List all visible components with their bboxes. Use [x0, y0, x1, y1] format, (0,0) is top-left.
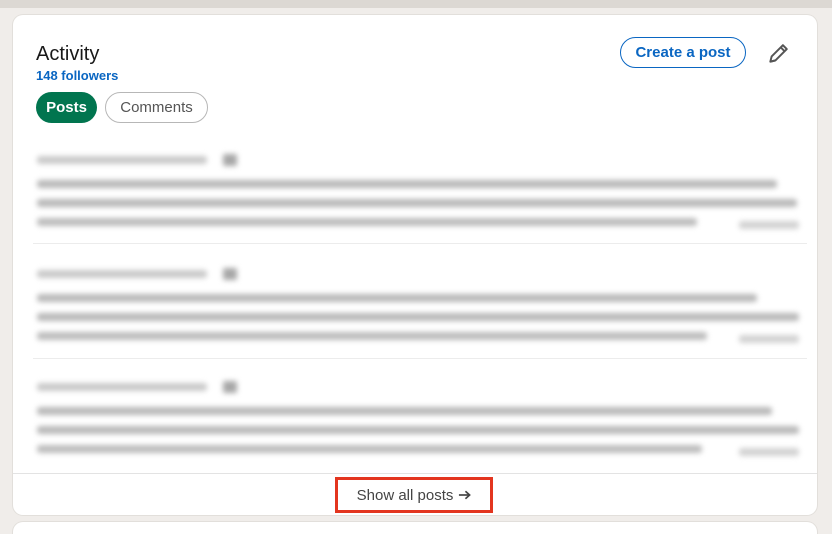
show-all-posts-button[interactable]: Show all posts — [335, 477, 493, 513]
filter-comments-tab[interactable]: Comments — [105, 92, 208, 123]
top-strip — [0, 0, 832, 8]
pencil-icon[interactable] — [766, 40, 792, 66]
footer-divider — [13, 473, 817, 474]
activity-card: Activity 148 followers Create a post Pos… — [13, 15, 817, 515]
globe-icon — [223, 154, 237, 166]
globe-icon — [223, 268, 237, 280]
post-preview-1[interactable] — [33, 151, 803, 229]
post-divider — [33, 243, 807, 244]
show-all-posts-label: Show all posts — [356, 486, 454, 504]
filter-posts-tab[interactable]: Posts — [36, 92, 97, 123]
post-preview-3[interactable] — [33, 378, 803, 456]
followers-link[interactable]: 148 followers — [36, 68, 118, 83]
post-divider — [33, 358, 807, 359]
create-post-button[interactable]: Create a post — [620, 37, 746, 68]
post-preview-2[interactable] — [33, 265, 803, 343]
next-card — [13, 522, 817, 534]
arrow-right-icon — [459, 490, 472, 500]
activity-title: Activity — [36, 43, 100, 65]
globe-icon — [223, 381, 237, 393]
